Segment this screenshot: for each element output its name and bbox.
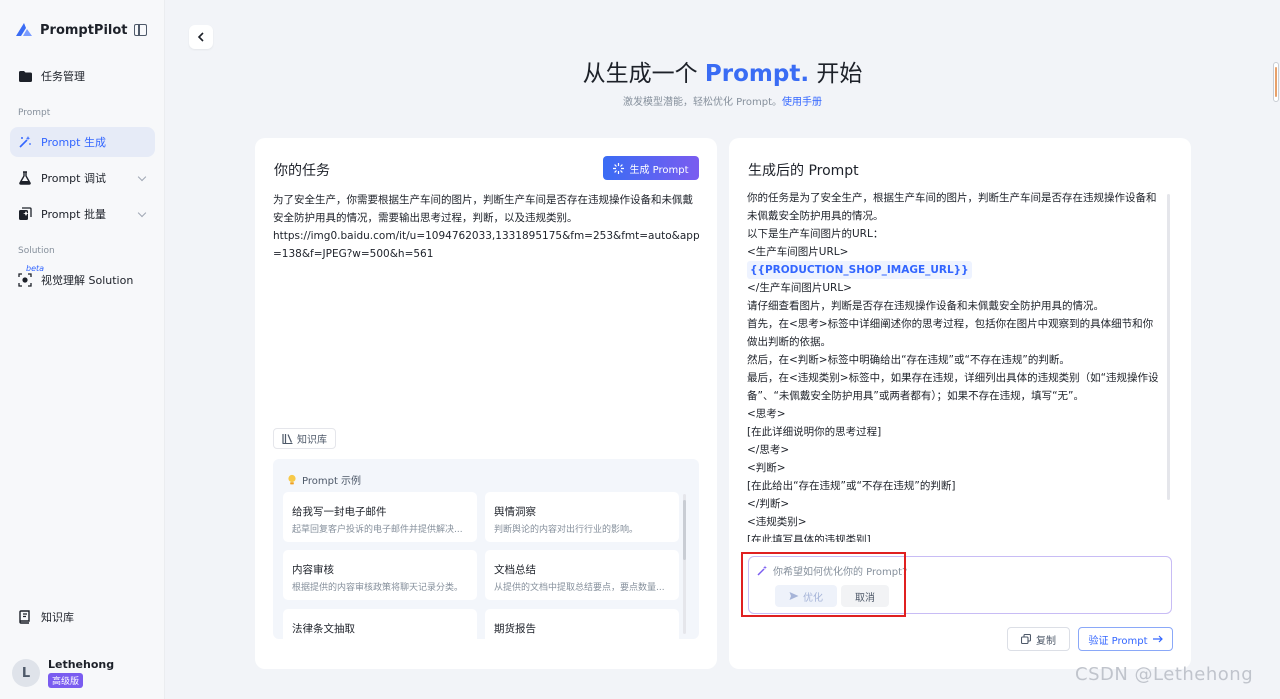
arrow-right-icon (1152, 635, 1163, 643)
plan-badge: 高级版 (48, 673, 84, 688)
page-scrollbar[interactable] (1273, 62, 1279, 102)
verify-label: 验证 Prompt (1088, 635, 1148, 647)
example-name: 期货报告 (494, 623, 536, 635)
sidebar-item-prompt-debug[interactable]: Prompt 调试 (10, 163, 155, 193)
sidebar-item-label: Prompt 调试 (41, 172, 106, 185)
task-card: 你的任务 生成 Prompt 为了安全生产，你需要根据生产车间的图片，判断生产车… (255, 138, 717, 669)
task-input[interactable]: 为了安全生产，你需要根据生产车间的图片，判断生产车间是否存在违规操作设备和未佩戴… (273, 191, 703, 263)
batch-icon (18, 207, 32, 221)
prompt-line: 首先，在<思考>标签中详细阐述你的思考过程，包括你在图片中观察到的具体细节和你做… (747, 318, 1154, 348)
library-icon (282, 434, 293, 444)
chevron-down-icon (137, 208, 147, 218)
sidebar-item-vision-solution[interactable]: 视觉理解 Solution (10, 265, 155, 295)
result-card: 生成后的 Prompt 你的任务是为了安全生产，根据生产车间的图片，判断生产车间… (729, 138, 1191, 669)
prompt-line: [在此详细说明你的思考过程] (747, 426, 882, 438)
generated-prompt[interactable]: 你的任务是为了安全生产，根据生产车间的图片，判断生产车间是否存在违规操作设备和未… (747, 189, 1163, 542)
sidebar-item-label: 知识库 (41, 611, 74, 624)
prompt-line: 最后，在<违规类别>标签中，如果存在违规，详细列出具体的违规类别（如“违规操作设… (747, 372, 1159, 402)
copy-icon (1021, 634, 1031, 644)
prompt-line: 以下是生产车间图片的URL： (747, 228, 884, 240)
vision-icon (18, 273, 32, 287)
prompt-examples-panel: Prompt 示例 给我写一封电子邮件 起草回复客户投诉的电子邮件并提供解决..… (273, 459, 699, 639)
example-card[interactable]: 期货报告 (485, 609, 679, 639)
sidebar-item-label: Prompt 批量 (41, 208, 106, 221)
prompt-line: <判断> (747, 462, 786, 474)
copy-label: 复制 (1036, 635, 1056, 647)
generate-prompt-button[interactable]: 生成 Prompt (603, 156, 699, 180)
brand-name: PromptPilot (40, 22, 128, 38)
knowledge-base-button[interactable]: 知识库 (273, 428, 336, 449)
chevron-down-icon (137, 172, 147, 182)
watermark: CSDN @Lethehong (1075, 664, 1254, 685)
lightbulb-icon (288, 474, 296, 484)
title-prefix: 从生成一个 (582, 61, 705, 87)
example-name: 舆情洞察 (494, 506, 536, 518)
task-text: 为了安全生产，你需要根据生产车间的图片，判断生产车间是否存在违规操作设备和未佩戴… (273, 194, 693, 224)
example-desc: 根据提供的内容审核政策将聊天记录分类。 (292, 583, 464, 593)
sidebar-item-prompt-generate[interactable]: Prompt 生成 (10, 127, 155, 157)
task-card-title: 你的任务 (274, 163, 330, 179)
prompt-line: </判断> (747, 498, 790, 510)
example-name: 给我写一封电子邮件 (292, 506, 387, 518)
section-prompt: Prompt (18, 108, 51, 118)
examples-scrollbar[interactable] (683, 494, 686, 634)
sidebar-item-label: Prompt 生成 (41, 136, 106, 149)
manual-link[interactable]: 使用手册 (782, 97, 822, 108)
example-desc: 判断舆论的内容对出行行业的影响。 (494, 525, 639, 535)
prompt-line: 请仔细查看图片，判断是否存在违规操作设备和未佩戴安全防护用具的情况。 (747, 300, 1104, 312)
example-name: 内容审核 (292, 564, 334, 576)
examples-title-label: Prompt 示例 (302, 476, 362, 487)
book-icon (18, 610, 32, 624)
title-accent: Prompt. (704, 61, 810, 87)
sidebar-item-label: 视觉理解 Solution (41, 274, 134, 287)
prompt-line: <思考> (747, 408, 786, 420)
example-card[interactable]: 舆情洞察 判断舆论的内容对出行行业的影响。 (485, 492, 679, 542)
title-suffix: 开始 (809, 61, 863, 87)
prompt-line: [在此给出“存在违规”或“不存在违规”的判断] (747, 480, 956, 492)
knowledge-base-label: 知识库 (297, 435, 327, 446)
back-button[interactable] (189, 25, 213, 49)
section-solution: Solution (18, 246, 55, 256)
example-card[interactable]: 法律条文抽取 (283, 609, 477, 639)
chevron-left-icon (197, 32, 204, 42)
prompt-line: 然后，在<判断>标签中明确给出“存在违规”或“不存在违规”的判断。 (747, 354, 1070, 366)
verify-prompt-button[interactable]: 验证 Prompt (1078, 627, 1173, 651)
prompt-line: </思考> (747, 444, 790, 456)
page-subtitle: 激发模型潜能，轻松优化 Prompt。使用手册 (0, 93, 1280, 108)
generate-prompt-label: 生成 Prompt (629, 164, 689, 176)
flask-icon (18, 171, 32, 185)
magic-wand-icon (18, 135, 32, 149)
user-profile[interactable]: L Lethehong 高级版 (12, 658, 114, 688)
prompt-line: 你的任务是为了安全生产，根据生产车间的图片，判断生产车间是否存在违规操作设备和未… (747, 192, 1157, 222)
page-title: 从生成一个 Prompt. 开始 (0, 54, 1280, 88)
prompt-line: [在此填写具体的违规类别] (747, 534, 871, 542)
example-desc: 起草回复客户投诉的电子邮件并提供解决... (292, 525, 463, 535)
brand[interactable]: PromptPilot (14, 20, 128, 40)
examples-title: Prompt 示例 (287, 472, 361, 487)
copy-button[interactable]: 复制 (1007, 627, 1070, 651)
sidebar-item-prompt-batch[interactable]: Prompt 批量 (10, 199, 155, 229)
prompt-line: <违规类别> (747, 516, 807, 528)
sidebar-item-knowledge-base[interactable]: 知识库 (10, 602, 155, 632)
example-name: 文档总结 (494, 564, 536, 576)
prompt-scrollbar[interactable] (1167, 194, 1170, 500)
prompt-line: </生产车间图片URL> (747, 282, 852, 294)
example-desc: 从提供的文档中提取总结要点，要点数量... (494, 583, 665, 593)
subtitle-text: 激发模型潜能，轻松优化 Prompt。 (622, 97, 783, 108)
example-card[interactable]: 文档总结 从提供的文档中提取总结要点，要点数量... (485, 550, 679, 600)
example-name: 法律条文抽取 (292, 623, 355, 635)
result-card-title: 生成后的 Prompt (748, 163, 859, 179)
sparkle-icon (613, 162, 625, 174)
promptpilot-logo-icon (16, 23, 32, 36)
example-card[interactable]: 内容审核 根据提供的内容审核政策将聊天记录分类。 (283, 550, 477, 600)
sidebar-collapse-icon[interactable] (134, 24, 147, 36)
task-url: https://img0.baidu.com/it/u=1094762033,1… (273, 230, 700, 260)
avatar: L (12, 659, 40, 687)
template-variable[interactable]: {{PRODUCTION_SHOP_IMAGE_URL}} (747, 261, 972, 279)
example-card[interactable]: 给我写一封电子邮件 起草回复客户投诉的电子邮件并提供解决... (283, 492, 477, 542)
user-name: Lethehong (48, 658, 115, 671)
prompt-line: <生产车间图片URL> (747, 246, 849, 258)
annotation-highlight (741, 552, 906, 617)
